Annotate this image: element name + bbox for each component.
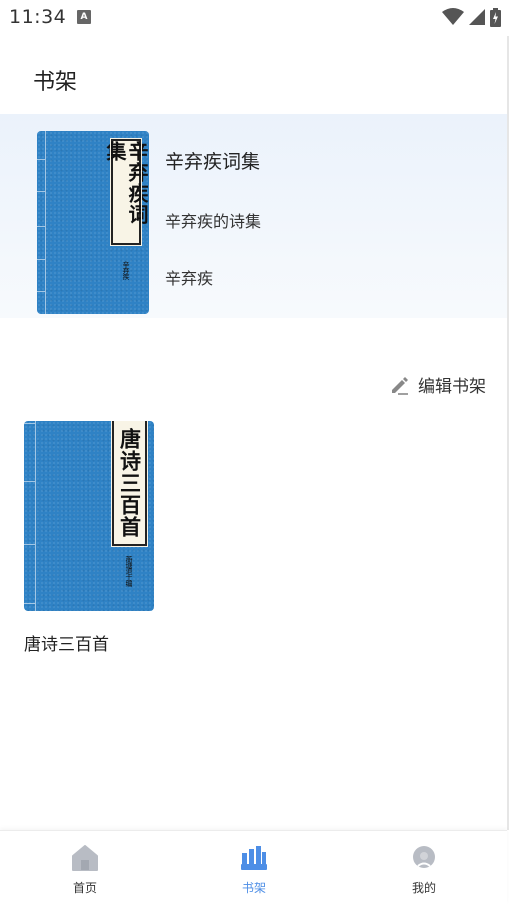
- status-bar: 11:34 A: [0, 0, 509, 36]
- signal-icon: [469, 9, 485, 25]
- nav-item-home[interactable]: 首页: [45, 845, 125, 896]
- cover-label-text: 唐诗三百首: [117, 427, 143, 538]
- recent-book-author: 辛弃疾: [165, 269, 214, 288]
- notification-icon: A: [77, 10, 91, 24]
- cover-author-stamp: 辛弃疾: [122, 261, 130, 279]
- nav-item-bookshelf[interactable]: 书架: [214, 845, 294, 896]
- cover-label: 唐诗三百首: [111, 421, 148, 547]
- cover-stitch: [37, 259, 45, 260]
- cover-label-text: 辛弃疾词集: [103, 141, 149, 225]
- recent-book-subtitle: 辛弃疾的诗集: [165, 212, 262, 231]
- home-icon: [72, 845, 98, 871]
- cover-author-stamp: 蘅塘退士编: [125, 556, 133, 586]
- pencil-icon: [392, 376, 408, 395]
- cover-stitch: [24, 603, 35, 604]
- status-time: 11:34: [9, 6, 67, 28]
- nav-item-profile[interactable]: 我的: [384, 845, 464, 896]
- cover-stitch: [37, 226, 45, 227]
- bookshelf-screen: 11:34 A 书架 辛弃疾词集 辛弃疾 辛弃疾词集 辛弃疾的诗集 辛弃疾 编辑…: [0, 0, 509, 904]
- recent-book-title: 辛弃疾词集: [165, 151, 261, 173]
- edit-shelf-label: 编辑书架: [418, 377, 486, 397]
- cover-stitch: [37, 191, 45, 192]
- edit-shelf-button[interactable]: 编辑书架: [390, 372, 486, 397]
- nav-label-bookshelf: 书架: [241, 881, 266, 895]
- cover-label: 辛弃疾词集: [103, 138, 149, 246]
- wifi-icon: [442, 8, 464, 25]
- cover-stitch: [37, 291, 45, 292]
- shelf-book-cover[interactable]: 唐诗三百首 蘅塘退士编: [24, 421, 154, 611]
- cover-binding: [45, 131, 46, 314]
- page-title: 书架: [33, 70, 78, 95]
- bookshelf-icon: [241, 846, 267, 870]
- shelf-book-title[interactable]: 唐诗三百首: [24, 630, 109, 655]
- battery-icon: [490, 7, 501, 27]
- cover-binding: [35, 421, 36, 611]
- cover-stitch: [24, 423, 35, 424]
- cover-stitch: [24, 481, 35, 482]
- nav-label-home: 首页: [72, 881, 97, 895]
- recent-book-cover[interactable]: 辛弃疾词集 辛弃疾: [37, 131, 149, 314]
- recent-book-card[interactable]: 辛弃疾词集 辛弃疾 辛弃疾词集 辛弃疾的诗集 辛弃疾: [0, 114, 507, 318]
- cover-stitch: [37, 159, 45, 160]
- cover-stitch: [24, 544, 35, 545]
- app-header: 书架: [0, 36, 509, 114]
- bottom-nav: 首页 书架 我的: [0, 830, 507, 904]
- profile-icon: [413, 846, 435, 868]
- nav-label-profile: 我的: [411, 881, 436, 895]
- status-icons: [442, 7, 501, 27]
